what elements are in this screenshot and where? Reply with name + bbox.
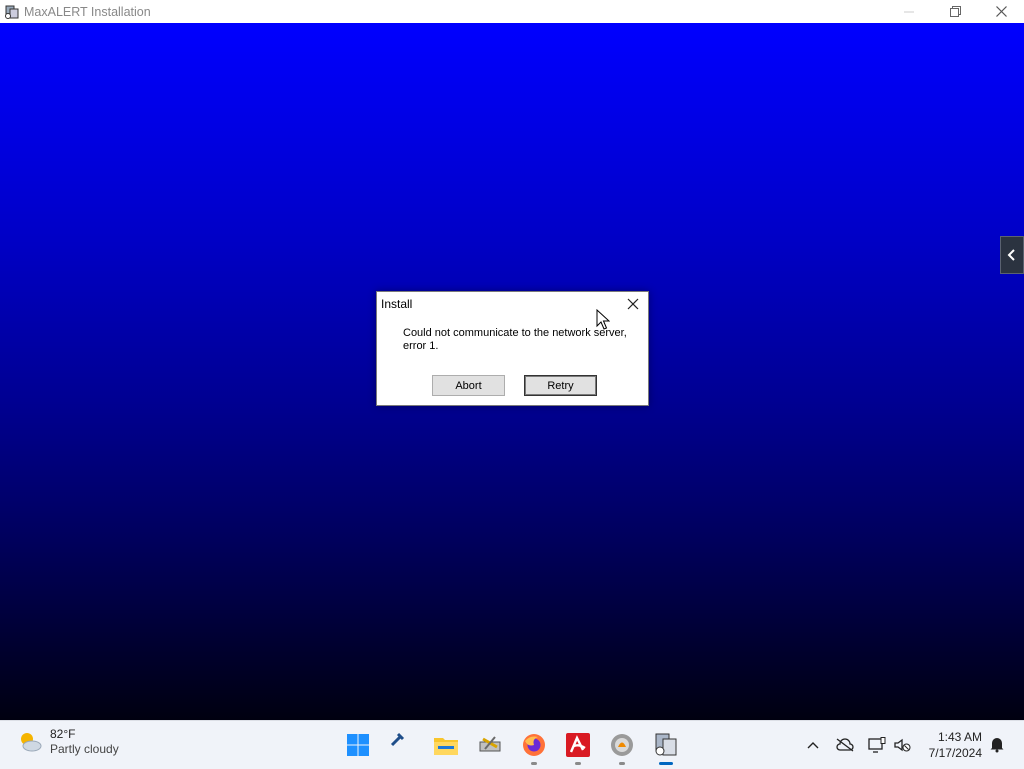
side-panel-toggle[interactable] [1000,236,1024,274]
taskbar-app-file-explorer[interactable] [430,729,462,761]
avira-icon [566,733,590,757]
weather-widget[interactable]: 82°F Partly cloudy [16,727,119,757]
installer-icon [655,733,677,756]
notifications-button[interactable] [988,735,1006,758]
minimize-icon [904,11,914,12]
taskbar-clock[interactable]: 1:43 AM 7/17/2024 [929,729,982,761]
show-hidden-icons-button[interactable] [803,735,823,755]
file-explorer-icon [434,738,458,755]
network-status[interactable] [867,735,887,755]
restore-button[interactable] [932,0,978,23]
start-icon [347,734,369,756]
running-indicator [531,762,537,765]
weather-condition: Partly cloudy [50,742,119,756]
network-icon [868,737,886,753]
speaker-muted-icon [894,738,911,752]
minimize-button[interactable] [886,0,932,23]
setup-icon [611,734,633,756]
running-indicator [619,762,625,765]
dialog-message-line2: error 1. [403,340,439,352]
firefox-icon [523,734,545,756]
taskbar-app-avira[interactable] [562,729,594,765]
window-titlebar: MaxALERT Installation [0,0,1024,24]
taskbar-app-installer[interactable] [650,729,682,765]
close-window-button[interactable] [978,0,1024,23]
tools-icon [390,732,405,747]
partly-cloudy-icon [21,733,42,752]
window-title: MaxALERT Installation [24,4,151,19]
bell-icon [990,738,1004,753]
taskbar-app-firefox[interactable] [518,729,550,765]
active-indicator [659,762,673,765]
taskbar-app-disk-tool[interactable] [474,729,506,761]
taskbar: 82°F Partly cloudy 1:43 AM 7/17/2024 [0,720,1024,769]
retry-button[interactable]: Retry [524,375,597,396]
weather-temp: 82°F [50,727,76,741]
taskbar-app-tools[interactable] [382,725,414,757]
cloud-status[interactable] [835,735,855,755]
chevron-left-icon [1007,249,1015,261]
disk-tool-icon [479,736,501,752]
abort-button[interactable]: Abort [432,375,505,396]
mouse-cursor-icon [596,309,610,330]
installer-app-icon [5,5,19,19]
restore-icon [949,6,961,17]
clock-date: 7/17/2024 [928,746,982,760]
chevron-up-icon [807,742,819,749]
close-icon [995,6,1007,17]
cloud-off-icon [836,738,854,752]
start-button[interactable] [342,729,374,761]
running-indicator [575,762,581,765]
clock-time: 1:43 AM [937,730,982,744]
dialog-title: Install [381,297,413,311]
dialog-close-icon[interactable] [626,297,640,311]
taskbar-app-setup[interactable] [606,729,638,765]
volume-status[interactable] [892,735,912,755]
